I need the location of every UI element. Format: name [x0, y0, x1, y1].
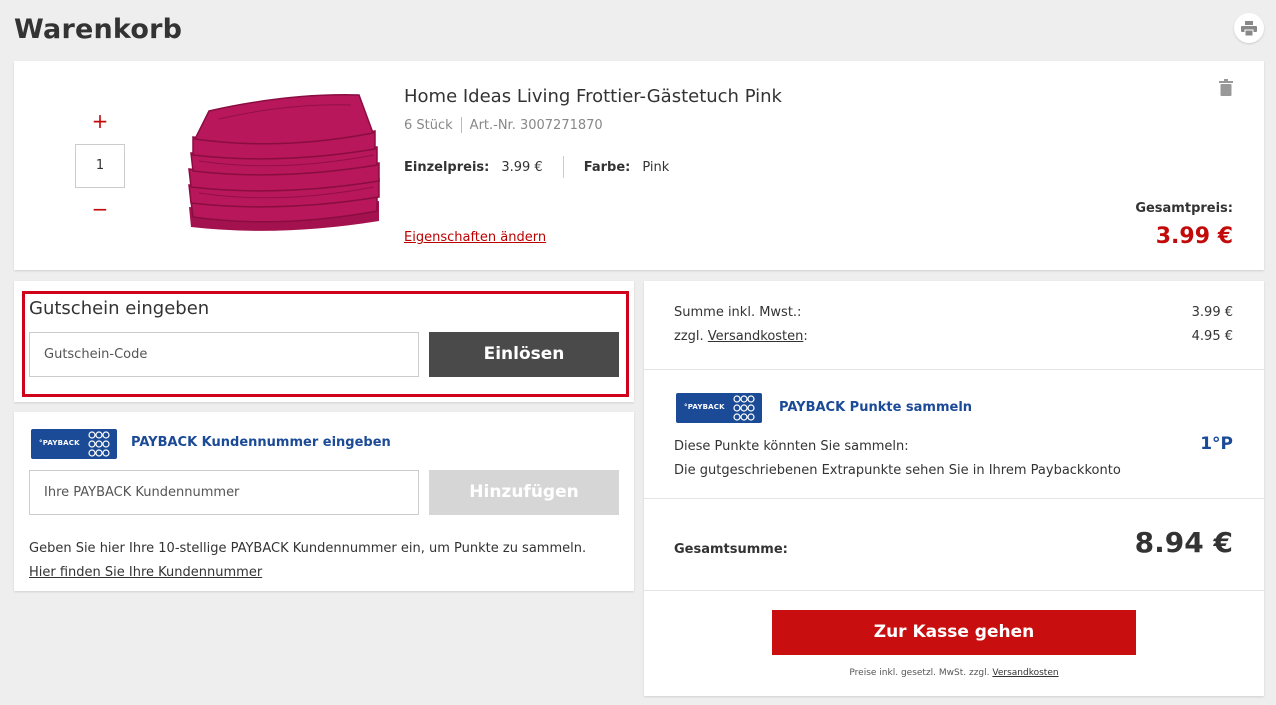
color-value: Pink: [642, 159, 670, 175]
price-footnote: Preise inkl. gesetzl. MwSt. zzgl. Versan…: [644, 668, 1264, 678]
divider: [644, 369, 1264, 370]
extra-points-text: Die gutgeschriebenen Extrapunkte sehen S…: [674, 463, 1121, 478]
color-label: Farbe:: [583, 159, 631, 175]
shipping-suffix: :: [803, 329, 808, 344]
payback-number-input[interactable]: Ihre PAYBACK Kundennummer: [29, 470, 419, 515]
payback-dots-icon: [733, 395, 755, 421]
cart-item: + 1 − Home Ideas Living Frottier-Gästetu…: [14, 61, 1264, 270]
article-number: Art.-Nr. 3007271870: [469, 117, 603, 133]
order-summary: Summe inkl. Mwst.: 3.99 € zzgl. Versandk…: [644, 281, 1264, 696]
divider: [460, 117, 462, 133]
payback-hint: Geben Sie hier Ihre 10-stellige PAYBACK …: [29, 541, 587, 556]
divider: [562, 156, 564, 178]
quantity-input[interactable]: 1: [75, 144, 125, 188]
shipping-costs-link[interactable]: Versandkosten: [708, 329, 804, 344]
product-meta: 6 Stück Art.-Nr. 3007271870: [404, 117, 603, 133]
checkout-button[interactable]: Zur Kasse gehen: [772, 610, 1136, 655]
product-pieces: 6 Stück: [404, 117, 453, 133]
product-attributes: Einzelpreis: 3.99 € Farbe: Pink: [404, 156, 669, 178]
shipping-value: 4.95 €: [1191, 329, 1233, 344]
footnote-shipping-link[interactable]: Versandkosten: [992, 668, 1058, 678]
payback-logo-text: °PAYBACK: [684, 403, 725, 411]
shipping-prefix: zzgl.: [674, 329, 704, 344]
coupon-code-input[interactable]: Gutschein-Code: [29, 332, 419, 377]
total-price-label: Gesamtpreis:: [1135, 201, 1233, 216]
trash-icon[interactable]: [1219, 79, 1233, 96]
total-price: 3.99 €: [1155, 224, 1233, 249]
payback-logo-text: °PAYBACK: [39, 439, 80, 447]
redeem-button[interactable]: Einlösen: [429, 332, 619, 377]
quantity-decrease-button[interactable]: −: [90, 199, 110, 219]
divider: [644, 498, 1264, 499]
shipping-label: zzgl. Versandkosten:: [674, 329, 808, 344]
unit-price: 3.99 €: [501, 159, 543, 175]
payback-logo: °PAYBACK: [676, 393, 762, 423]
grand-total-label: Gesamtsumme:: [674, 542, 788, 557]
payback-panel: °PAYBACK PAYBACK Kundennummer eingeben I…: [14, 412, 634, 591]
footnote-text: Preise inkl. gesetzl. MwSt. zzgl.: [849, 668, 990, 678]
payback-points-heading: PAYBACK Punkte sammeln: [779, 400, 973, 415]
find-customer-number-link[interactable]: Hier finden Sie Ihre Kundennummer: [29, 565, 262, 580]
coupon-title: Gutschein eingeben: [29, 298, 210, 319]
printer-icon: [1241, 20, 1257, 36]
print-button[interactable]: [1234, 13, 1264, 43]
points-text: Diese Punkte könnten Sie sammeln:: [674, 439, 909, 454]
coupon-panel: Gutschein eingeben Gutschein-Code Einlös…: [14, 281, 634, 402]
payback-logo: °PAYBACK: [31, 429, 117, 459]
subtotal-label: Summe inkl. Mwst.:: [674, 305, 802, 320]
add-payback-button[interactable]: Hinzufügen: [429, 470, 619, 515]
page-title: Warenkorb: [14, 14, 183, 45]
divider: [644, 590, 1264, 591]
unit-price-label: Einzelpreis:: [404, 159, 490, 175]
payback-dots-icon: [88, 431, 110, 457]
points-value: 1°P: [1200, 434, 1233, 454]
grand-total-value: 8.94 €: [1134, 526, 1233, 559]
product-name[interactable]: Home Ideas Living Frottier-Gästetuch Pin…: [404, 86, 782, 107]
subtotal-value: 3.99 €: [1191, 305, 1233, 320]
change-properties-link[interactable]: Eigenschaften ändern: [404, 230, 546, 245]
product-image[interactable]: [179, 89, 389, 239]
quantity-increase-button[interactable]: +: [90, 111, 110, 131]
payback-heading: PAYBACK Kundennummer eingeben: [131, 435, 391, 450]
